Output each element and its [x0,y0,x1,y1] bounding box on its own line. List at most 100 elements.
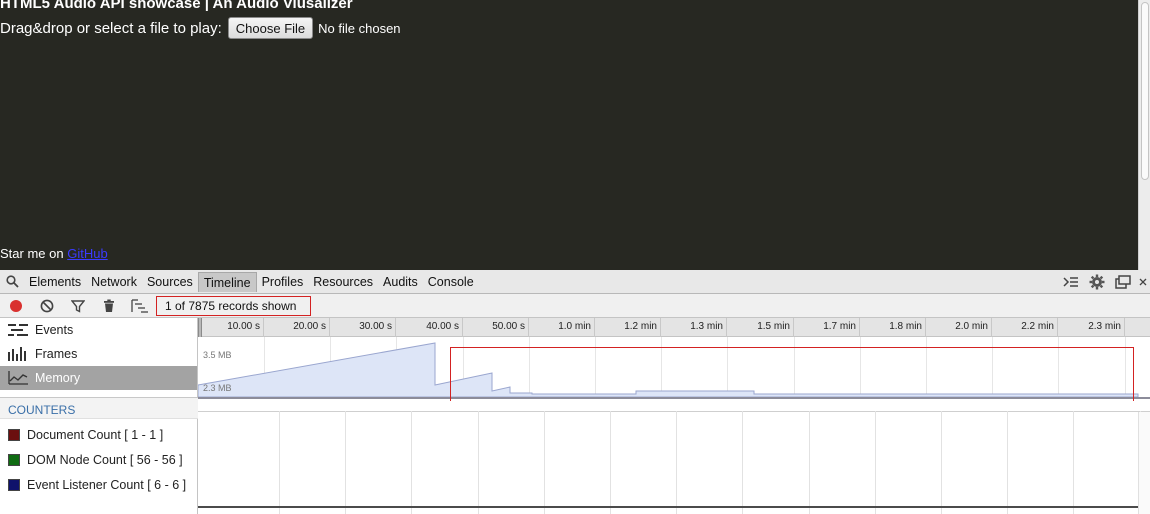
timeline-ruler[interactable]: 10.00 s 20.00 s 30.00 s 40.00 s 50.00 s 1.0 m… [198,318,1150,337]
counter-label: Document Count [ 1 - 1 ] [27,428,164,442]
counter-swatch[interactable] [8,454,20,466]
ruler-tick-label: 1.3 min [690,321,723,332]
counters-scrollbar[interactable] [1138,412,1150,514]
counters-graph[interactable] [198,401,1150,514]
ruler-tick: 1.7 min [794,318,860,337]
counters-grid-line [1073,411,1074,514]
counters-heading: COUNTERS [0,397,198,419]
ruler-tick-label: 20.00 s [293,321,326,332]
timeline-toolbar: 1 of 7875 records shown [0,294,1150,318]
counters-grid-line [941,411,942,514]
ruler-tick: 1.0 min [529,318,595,337]
overview-item-label: Memory [35,371,81,385]
counter-dom-node-count[interactable]: DOM Node Count [ 56 - 56 ] [8,453,183,467]
ruler-tick: 40.00 s [397,318,463,337]
ruler-tick-label: 1.2 min [624,321,657,332]
frames-icon [8,346,30,362]
ruler-tick-label: 10.00 s [227,321,260,332]
tab-console[interactable]: Console [423,272,479,292]
ruler-tick-label: 1.0 min [558,321,591,332]
overview-item-label: Events [35,323,74,337]
tab-network[interactable]: Network [86,272,142,292]
counter-label: Event Listener Count [ 6 - 6 ] [27,478,187,492]
gear-icon[interactable] [1084,270,1110,294]
ruler-tick-label: 1.8 min [889,321,922,332]
record-button-icon[interactable] [0,294,31,318]
ruler-tick: 50.00 s [463,318,529,337]
memory-overview-graph[interactable]: 3.5 MB 2.3 MB [198,337,1150,412]
tab-sources[interactable]: Sources [142,272,198,292]
ruler-tick: 1.2 min [595,318,661,337]
ruler-tick: 20.00 s [264,318,330,337]
ruler-tick: 30.00 s [330,318,396,337]
memory-max-label: 3.5 MB [203,350,232,360]
tab-audits[interactable]: Audits [378,272,423,292]
counters-grid-line [1007,411,1008,514]
timeline-overview-sidebar: Events Frames Memory COUNTERS Document C… [0,318,198,514]
github-link[interactable]: GitHub [67,246,107,261]
devtools-tab-bar: Elements Network Sources Timeline Profil… [0,270,1150,294]
file-select-row: Drag&drop or select a file to play: Choo… [0,17,401,39]
counters-grid-line [742,411,743,514]
ruler-tick: 2.2 min [992,318,1058,337]
tab-profiles[interactable]: Profiles [257,272,309,292]
page-title: HTML5 Audio API showcase | An Audio Vius… [0,0,353,12]
page-scrollbar-thumb[interactable] [1141,2,1149,180]
tab-elements[interactable]: Elements [24,272,86,292]
events-icon [8,322,30,338]
counters-grid-line [345,411,346,514]
counters-grid-line [544,411,545,514]
tab-timeline[interactable]: Timeline [197,271,257,292]
devtools-window-controls [1058,270,1150,294]
memory-icon [8,370,30,386]
ruler-tick: 1.8 min [860,318,926,337]
counter-swatch[interactable] [8,429,20,441]
counter-event-listener-count[interactable]: Event Listener Count [ 6 - 6 ] [8,478,186,492]
choose-file-button[interactable]: Choose File [227,17,314,39]
filter-icon[interactable] [62,294,93,318]
devtools-panel: Elements Network Sources Timeline Profil… [0,270,1150,514]
overview-item-memory[interactable]: Memory [0,366,197,390]
ruler-tick-label: 40.00 s [426,321,459,332]
counters-grid-line [478,411,479,514]
console-drawer-icon[interactable] [1058,270,1084,294]
ruler-tick-label: 2.2 min [1021,321,1054,332]
counter-document-count[interactable]: Document Count [ 1 - 1 ] [8,428,163,442]
ruler-tick: 1.5 min [728,318,794,337]
ruler-tick-label: 2.3 min [1088,321,1121,332]
ruler-tick-label: 30.00 s [359,321,392,332]
overview-item-label: Frames [35,347,78,361]
counters-grid-line [676,411,677,514]
overview-item-frames[interactable]: Frames [0,342,197,366]
ruler-tick-label: 1.5 min [757,321,790,332]
tab-resources[interactable]: Resources [308,272,378,292]
page-scrollbar[interactable] [1138,0,1150,270]
ruler-tick: 2.0 min [926,318,992,337]
star-label: Star me on [0,246,64,261]
file-prompt-label: Drag&drop or select a file to play: [0,19,222,37]
counters-grid-line [809,411,810,514]
overview-item-events[interactable]: Events [0,318,197,342]
clear-icon[interactable] [31,294,62,318]
close-icon[interactable] [1136,270,1150,294]
search-icon[interactable] [0,270,24,294]
ruler-tick-label: 1.7 min [823,321,856,332]
counters-grid-line [279,411,280,514]
inspected-page: HTML5 Audio API showcase | An Audio Vius… [0,0,1150,270]
glue-records-icon[interactable] [124,294,155,318]
ruler-tick: 1.3 min [661,318,727,337]
counters-grid-line [610,411,611,514]
no-file-text: No file chosen [318,20,401,36]
ruler-tick: 2.3 min [1059,318,1125,337]
ruler-tick-label: 50.00 s [492,321,525,332]
memory-min-label: 2.3 MB [203,383,232,393]
ruler-tick-label: 2.0 min [955,321,988,332]
counters-grid-line [411,411,412,514]
undock-icon[interactable] [1110,270,1136,294]
records-shown-status: 1 of 7875 records shown [156,295,312,316]
counter-swatch[interactable] [8,479,20,491]
counters-grid-line [875,411,876,514]
ruler-tick: 10.00 s [198,318,264,337]
star-me-text: Star me on GitHub [0,246,108,261]
garbage-collect-icon[interactable] [93,294,124,318]
